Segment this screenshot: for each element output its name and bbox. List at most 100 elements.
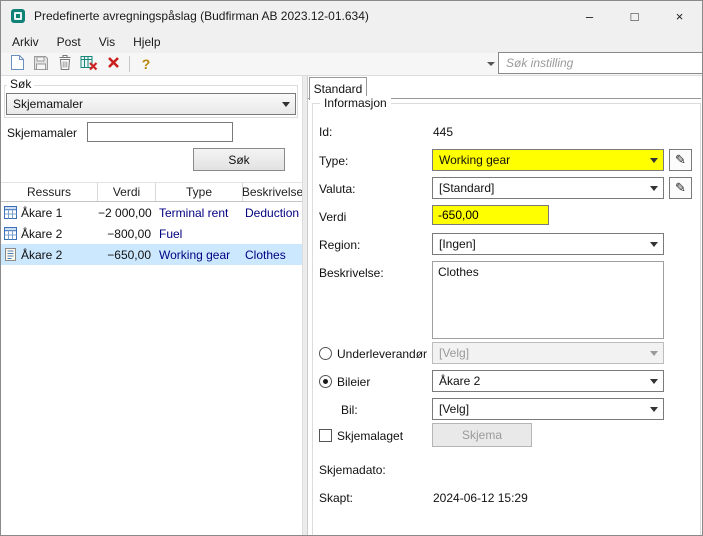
type-label: Type: — [319, 154, 348, 168]
toolbar-separator — [129, 56, 130, 72]
verdi-label: Verdi — [319, 210, 346, 224]
skjemalaget-label: Skjemalaget — [337, 429, 403, 443]
column-header-ressurs[interactable]: Ressurs — [1, 183, 98, 201]
chevron-down-icon — [645, 343, 663, 363]
table-row[interactable]: Åkare 2 −800,00 Fuel — [1, 223, 302, 244]
verdi-input[interactable] — [432, 205, 549, 225]
underleverandor-select[interactable]: [Velg] — [432, 342, 664, 364]
window-controls: – □ × — [567, 1, 702, 31]
template-input[interactable] — [87, 122, 233, 142]
id-label: Id: — [319, 125, 332, 139]
skjema-button[interactable]: Skjema — [432, 423, 532, 447]
search-type-select[interactable]: Skjemamaler — [6, 93, 296, 115]
table-row[interactable]: Åkare 1 −2 000,00 Terminal rent Deductio… — [1, 202, 302, 223]
skjemadato-label: Skjemadato: — [319, 463, 386, 477]
help-icon: ? — [142, 56, 151, 72]
cell-type-text: Working gear — [156, 248, 243, 262]
valuta-select[interactable]: [Standard] — [432, 177, 664, 199]
menubar: Arkiv Post Vis Hjelp — [1, 31, 702, 53]
chevron-down-icon — [645, 150, 663, 170]
column-header-verdi[interactable]: Verdi — [98, 183, 156, 201]
menu-post[interactable]: Post — [48, 32, 90, 52]
type-select-value: Working gear — [439, 153, 510, 167]
help-button[interactable]: ? — [134, 54, 158, 75]
menu-hjelp[interactable]: Hjelp — [124, 32, 169, 52]
bileier-label: Bileier — [337, 375, 370, 389]
cell-verdi-text: −650,00 — [98, 248, 156, 262]
column-header-type[interactable]: Type — [156, 183, 243, 201]
cell-ressurs-text: Åkare 2 — [21, 227, 62, 241]
cell-type-text: Terminal rent — [156, 206, 243, 220]
bileier-radio[interactable] — [319, 375, 332, 388]
pencil-icon: ✎ — [675, 180, 686, 196]
close-button[interactable]: × — [657, 1, 702, 31]
red-x-icon — [106, 55, 121, 73]
toolbar-overflow-icon[interactable] — [487, 62, 495, 66]
cell-ressurs-text: Åkare 2 — [21, 248, 62, 262]
region-select-value: [Ingen] — [439, 237, 476, 251]
bil-label: Bil: — [341, 403, 358, 417]
type-select[interactable]: Working gear — [432, 149, 664, 171]
save-button[interactable] — [29, 54, 53, 75]
maximize-button[interactable]: □ — [612, 1, 657, 31]
window-title: Predefinerte avregningspåslag (Budfirman… — [34, 9, 369, 23]
cell-verdi-text: −2 000,00 — [98, 206, 156, 220]
app-window: Predefinerte avregningspåslag (Budfirman… — [0, 0, 703, 536]
edit-valuta-button[interactable]: ✎ — [669, 177, 692, 199]
chevron-down-icon — [645, 234, 663, 254]
chevron-down-icon — [645, 178, 663, 198]
app-icon — [10, 8, 26, 24]
search-button[interactable]: Søk — [193, 148, 285, 171]
column-header-beskrivelse[interactable]: Beskrivelse — [243, 183, 302, 201]
bil-select-value: [Velg] — [439, 402, 469, 416]
skapt-label: Skapt: — [319, 491, 353, 505]
underleverandor-select-value: [Velg] — [439, 346, 469, 360]
delete-button[interactable] — [53, 54, 77, 75]
chevron-down-icon — [645, 399, 663, 419]
edit-type-button[interactable]: ✎ — [669, 149, 692, 171]
bil-select[interactable]: [Velg] — [432, 398, 664, 420]
table-row-selected[interactable]: Åkare 2 −650,00 Working gear Clothes — [1, 244, 302, 265]
cell-verdi-text: −800,00 — [98, 227, 156, 241]
underleverandor-label: Underleverandør — [337, 347, 427, 361]
remove-calculation-button[interactable] — [77, 54, 101, 75]
settings-search-input[interactable] — [498, 52, 703, 74]
new-document-button[interactable] — [5, 54, 29, 75]
new-document-icon — [10, 54, 25, 74]
titlebar: Predefinerte avregningspåslag (Budfirman… — [1, 1, 702, 31]
beskrivelse-textarea[interactable]: Clothes — [432, 261, 664, 339]
cancel-button[interactable] — [101, 54, 125, 75]
menu-vis[interactable]: Vis — [90, 32, 124, 52]
search-group-title: Søk — [7, 77, 34, 91]
table-icon — [4, 227, 17, 240]
skapt-value: 2024-06-12 15:29 — [433, 491, 528, 505]
chevron-down-icon — [645, 371, 663, 391]
informasjon-group-title: Informasjon — [320, 96, 391, 110]
save-icon — [33, 55, 49, 74]
cell-type-text: Fuel — [156, 227, 243, 241]
chevron-down-icon — [277, 94, 295, 114]
template-label: Skjemamaler — [7, 126, 77, 140]
minimize-button[interactable]: – — [567, 1, 612, 31]
left-panel: Søk Skjemamaler Skjemamaler Søk Ressurs … — [1, 76, 302, 535]
results-table: Ressurs Verdi Type Beskrivelse Åkare 1 −… — [1, 182, 302, 265]
bileier-select-value: Åkare 2 — [439, 374, 480, 388]
skjemalaget-checkbox[interactable] — [319, 429, 332, 442]
region-select[interactable]: [Ingen] — [432, 233, 664, 255]
region-label: Region: — [319, 238, 360, 252]
pencil-icon: ✎ — [675, 152, 686, 168]
valuta-select-value: [Standard] — [439, 181, 494, 195]
underleverandor-radio[interactable] — [319, 347, 332, 360]
detail-panel: Standard Informasjon Id: 445 Type: Worki… — [308, 76, 702, 535]
form-icon — [4, 248, 17, 261]
trash-icon — [57, 54, 73, 74]
cell-beskrivelse-text: Clothes — [243, 248, 302, 262]
beskrivelse-label: Beskrivelse: — [319, 266, 384, 280]
menu-arkiv[interactable]: Arkiv — [3, 32, 48, 52]
cell-ressurs-text: Åkare 1 — [21, 206, 62, 220]
cell-beskrivelse-text: Deduction — [243, 206, 302, 220]
bileier-select[interactable]: Åkare 2 — [432, 370, 664, 392]
results-table-header: Ressurs Verdi Type Beskrivelse — [1, 182, 302, 202]
table-icon — [4, 206, 17, 219]
id-value: 445 — [433, 125, 453, 139]
